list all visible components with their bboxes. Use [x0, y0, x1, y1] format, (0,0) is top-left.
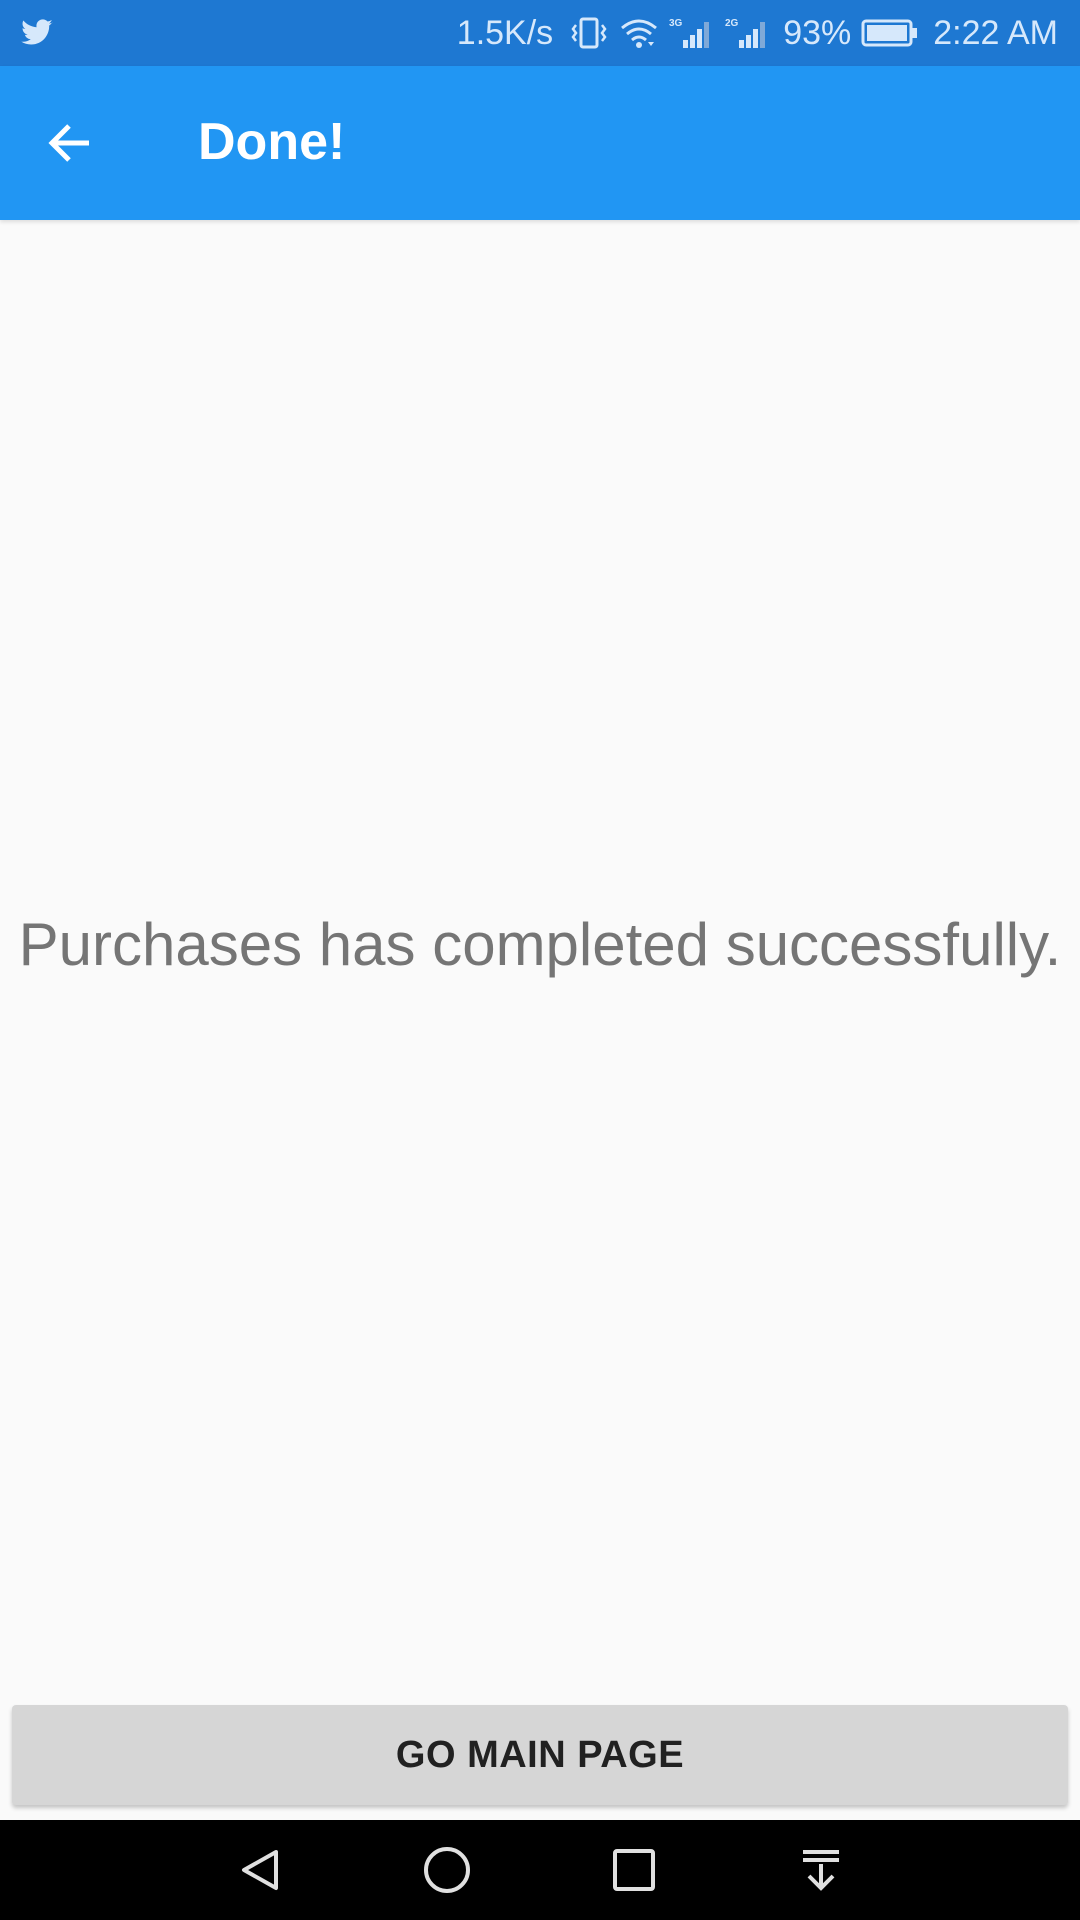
network-speed: 1.5K/s: [456, 13, 554, 52]
recents-square-icon: [611, 1847, 657, 1893]
page-title: Done!: [198, 113, 346, 171]
arrow-back-icon: [45, 118, 95, 168]
nav-recents-button[interactable]: [606, 1842, 662, 1898]
signal-icon: 2G: [725, 16, 771, 50]
app-bar: Done!: [0, 66, 1080, 220]
nav-back-button[interactable]: [232, 1842, 288, 1898]
home-circle-icon: [422, 1845, 472, 1895]
main-content: Purchases has completed successfully.: [0, 220, 1080, 1820]
back-triangle-icon: [236, 1846, 284, 1894]
nav-home-button[interactable]: [419, 1842, 475, 1898]
signal-icon: 3G: [669, 16, 715, 50]
battery-percent: 93%: [783, 13, 852, 52]
sim2-label: 2G: [725, 18, 739, 29]
nav-notifications-button[interactable]: [793, 1842, 849, 1898]
notifications-pull-icon: [797, 1846, 845, 1894]
status-indicators: 1.5K/s 3G 2G 93% 2:22 AM: [457, 0, 1058, 66]
clock: 2:22 AM: [933, 13, 1058, 52]
success-message: Purchases has completed successfully.: [18, 911, 1062, 978]
vibrate-icon: [569, 16, 609, 50]
status-bar: 1.5K/s 3G 2G 93% 2:22 AM: [0, 0, 1080, 66]
back-button[interactable]: [30, 103, 110, 183]
go-main-page-button[interactable]: GO MAIN PAGE: [12, 1705, 1068, 1805]
battery-icon: [861, 18, 919, 48]
sim1-label: 3G: [669, 18, 683, 29]
twitter-icon: [20, 16, 54, 50]
wifi-icon: [619, 16, 659, 50]
system-nav-bar: [0, 1820, 1080, 1920]
